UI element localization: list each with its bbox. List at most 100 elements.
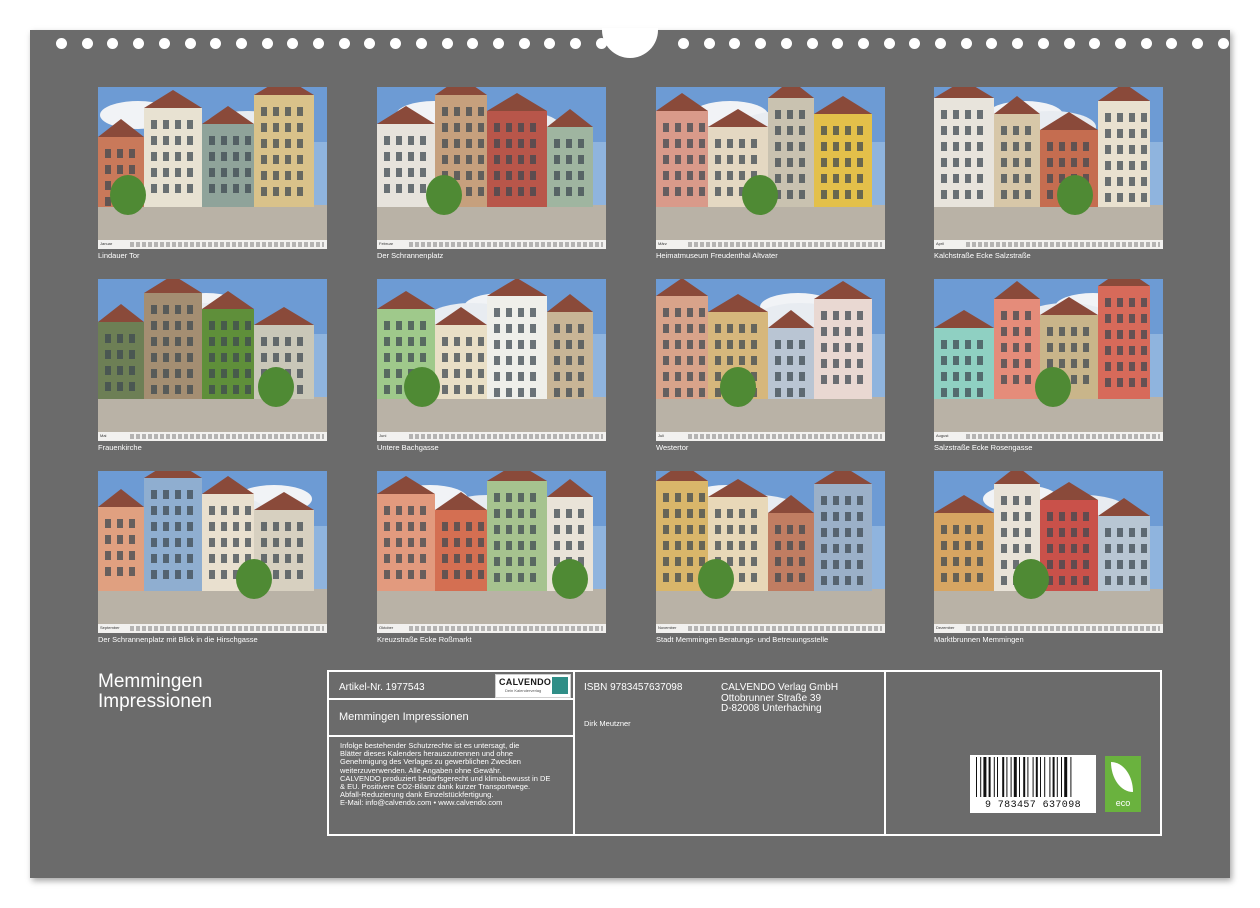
- binding-hole: [884, 38, 895, 49]
- photo-caption: Untere Bachgasse: [377, 443, 439, 452]
- month-date-strip: April: [934, 240, 1163, 249]
- binding-hole: [544, 38, 555, 49]
- month-date-strip: Mai: [98, 432, 327, 441]
- month-photo: Mai: [98, 279, 327, 441]
- photo-illustration: [656, 87, 885, 249]
- calvendo-mark-icon: [552, 677, 568, 694]
- month-label: Oktober: [379, 625, 393, 630]
- photo-caption: Marktbrunnen Memmingen: [934, 635, 1024, 644]
- legal-notice: Infolge bestehender Schutzrechte ist es …: [340, 742, 570, 808]
- month-label: Januar: [100, 241, 112, 246]
- isbn: ISBN 9783457637098: [584, 682, 682, 693]
- day-cells: [409, 626, 603, 631]
- month-photo: Dezember: [934, 471, 1163, 633]
- month-date-strip: Juli: [656, 432, 885, 441]
- day-cells: [966, 434, 1160, 439]
- photo-illustration: [656, 279, 885, 441]
- month-date-strip: Februar: [377, 240, 606, 249]
- binding-hole: [781, 38, 792, 49]
- divider: [884, 670, 886, 834]
- month-photo: August: [934, 279, 1163, 441]
- binding-hole: [467, 38, 478, 49]
- author: Dirk Meutzner: [584, 719, 631, 728]
- calvendo-logo-subtext: Dein Kalenderverlag: [505, 688, 541, 693]
- photo-caption: Salzstraße Ecke Rosengasse: [934, 443, 1032, 452]
- month-label: Juli: [658, 433, 664, 438]
- photo-caption: Stadt Memmingen Beratungs- und Betreuung…: [656, 635, 828, 644]
- binding-hole: [1218, 38, 1229, 49]
- publisher-name: CALVENDO Verlag GmbH: [721, 682, 838, 693]
- month-label: April: [936, 241, 944, 246]
- calendar-title-line2: Impressionen: [98, 692, 212, 712]
- binding-hole: [858, 38, 869, 49]
- eco-label: eco: [1105, 798, 1141, 808]
- month-photo: Januar: [98, 87, 327, 249]
- calvendo-logo: CALVENDO Dein Kalenderverlag: [495, 674, 571, 698]
- photo-caption: Heimatmuseum Freudenthal Altvater: [656, 251, 778, 260]
- calendar-back-page: JanuarLindauer TorFebruarDer Schrannenpl…: [30, 30, 1230, 878]
- photo-illustration: [377, 279, 606, 441]
- binding-hole: [210, 38, 221, 49]
- day-cells: [966, 242, 1160, 247]
- binding-hole: [1038, 38, 1049, 49]
- binding-hole: [986, 38, 997, 49]
- month-photo: April: [934, 87, 1163, 249]
- binding-hole: [909, 38, 920, 49]
- binding-hole: [364, 38, 375, 49]
- binding-hole: [1166, 38, 1177, 49]
- calvendo-logo-text: CALVENDO: [499, 677, 551, 687]
- photo-illustration: [934, 471, 1163, 633]
- photo-illustration: [934, 87, 1163, 249]
- binding-hole: [678, 38, 689, 49]
- binding-hole: [493, 38, 504, 49]
- binding-hole: [313, 38, 324, 49]
- month-photo: November: [656, 471, 885, 633]
- divider: [327, 735, 574, 737]
- binding-hole: [935, 38, 946, 49]
- day-cells: [130, 434, 324, 439]
- month-date-strip: November: [656, 624, 885, 633]
- barcode-digits: 9 783457 637098: [970, 800, 1096, 811]
- photo-caption: Kalchstraße Ecke Salzstraße: [934, 251, 1031, 260]
- month-date-strip: Oktober: [377, 624, 606, 633]
- month-photo: Juni: [377, 279, 606, 441]
- photo-illustration: [98, 279, 327, 441]
- day-cells: [409, 242, 603, 247]
- month-label: März: [658, 241, 667, 246]
- month-date-strip: August: [934, 432, 1163, 441]
- month-date-strip: September: [98, 624, 327, 633]
- divider: [573, 670, 575, 834]
- day-cells: [688, 434, 882, 439]
- day-cells: [130, 626, 324, 631]
- photo-caption: Der Schrannenplatz: [377, 251, 443, 260]
- day-cells: [409, 434, 603, 439]
- month-date-strip: Juni: [377, 432, 606, 441]
- month-photo: September: [98, 471, 327, 633]
- binding-hole: [185, 38, 196, 49]
- month-label: Februar: [379, 241, 393, 246]
- month-date-strip: März: [656, 240, 885, 249]
- binding-hole: [236, 38, 247, 49]
- month-photo: Februar: [377, 87, 606, 249]
- info-title: Memmingen Impressionen: [339, 711, 469, 723]
- month-photo: Oktober: [377, 471, 606, 633]
- calendar-title: Memmingen Impressionen: [98, 672, 212, 712]
- binding-hole: [82, 38, 93, 49]
- photo-illustration: [98, 471, 327, 633]
- photo-caption: Der Schrannenplatz mit Blick in die Hirs…: [98, 635, 258, 644]
- binding-hole: [107, 38, 118, 49]
- barcode-bars: [970, 755, 1096, 799]
- month-photo: Juli: [656, 279, 885, 441]
- photo-illustration: [656, 471, 885, 633]
- binding-hole: [287, 38, 298, 49]
- binding-hole: [1141, 38, 1152, 49]
- binding-hole: [1064, 38, 1075, 49]
- photo-illustration: [934, 279, 1163, 441]
- photo-illustration: [98, 87, 327, 249]
- month-label: Juni: [379, 433, 386, 438]
- leaf-icon: [1111, 762, 1133, 792]
- binding-hole: [832, 38, 843, 49]
- photo-illustration: [377, 471, 606, 633]
- month-label: Mai: [100, 433, 106, 438]
- binding-hole: [442, 38, 453, 49]
